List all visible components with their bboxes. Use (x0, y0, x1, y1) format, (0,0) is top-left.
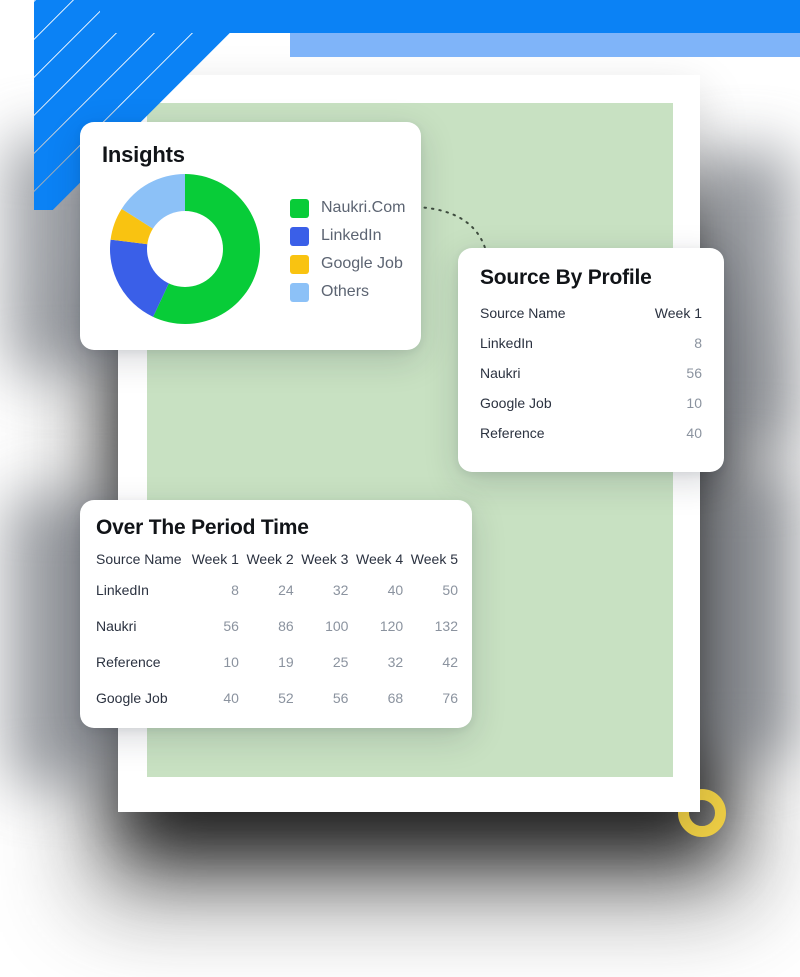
illustration-stage: Insights Naukri.Com LinkedIn Google Job Oth… (0, 0, 800, 977)
cell-value: 40 (387, 582, 404, 598)
insights-card-body: Naukri.Com LinkedIn Google Job Others (102, 174, 405, 324)
over-the-period-time-card: Over The Period Time Source Name Week 1 We… (80, 500, 472, 728)
legend-item-label: Google Job (321, 255, 403, 272)
insights-card: Insights Naukri.Com LinkedIn Google Job Oth… (80, 122, 421, 350)
table-body: LinkedIn 8 24 32 40 50 Naukri 56 86 100 120 132 Refe… (94, 572, 458, 716)
legend-item-label: Others (321, 283, 370, 300)
cell-source-name: Naukri (96, 618, 137, 634)
column-header-week: Week 1 (191, 551, 239, 567)
table-row: LinkedIn 8 24 32 40 50 (94, 572, 458, 608)
table-row: LinkedIn 8 (480, 328, 702, 358)
column-header-source-name: Source Name (480, 305, 566, 321)
table-row: Reference 10 19 25 32 42 (94, 644, 458, 680)
over-the-period-time-title: Over The Period Time (96, 516, 309, 539)
insights-legend: Naukri.Com LinkedIn Google Job Others (290, 194, 405, 306)
blue-bar-secondary (290, 33, 800, 57)
source-by-profile-title: Source By Profile (480, 266, 652, 289)
donut-chart-center-hole (147, 211, 223, 287)
source-by-profile-card: Source By Profile Source Name Week 1 Link… (458, 248, 724, 472)
cell-value: 32 (332, 582, 349, 598)
column-header-week: Week 1 (654, 305, 702, 321)
column-header-week: Week 4 (355, 551, 404, 567)
over-the-period-time-table: Source Name Week 1 Week 2 Week 3 Week 4 Week … (94, 546, 458, 716)
cell-value: 40 (223, 690, 239, 706)
table-header-row: Source Name Week 1 Week 2 Week 3 Week 4 Week … (94, 546, 458, 572)
cell-source-name: LinkedIn (96, 582, 149, 598)
cell-value: 68 (387, 690, 404, 706)
cell-value: 132 (434, 618, 458, 634)
cell-value: 56 (686, 365, 702, 381)
table-body: LinkedIn 8 Naukri 56 Google Job 10 Reference 40 (480, 328, 702, 448)
legend-swatch-icon (290, 282, 309, 302)
legend-swatch-icon (290, 198, 309, 218)
cell-value: 50 (442, 582, 458, 598)
cell-value: 32 (387, 654, 404, 670)
cell-value: 24 (278, 582, 294, 598)
insights-card-title: Insights (102, 142, 185, 167)
cell-value: 100 (325, 618, 349, 634)
cell-source-name: Google Job (96, 690, 168, 706)
cell-source-name: Reference (480, 425, 545, 441)
cell-source-name: Google Job (480, 395, 552, 411)
blue-bar-primary (100, 0, 800, 33)
donut-chart (110, 174, 260, 324)
legend-item: LinkedIn (290, 222, 405, 250)
cell-value: 76 (442, 690, 458, 706)
table-row: Google Job 10 (480, 388, 702, 418)
cell-value: 8 (231, 582, 239, 598)
table-row: Naukri 56 86 100 120 132 (94, 608, 458, 644)
source-by-profile-table: Source Name Week 1 LinkedIn 8 Naukri 56 Googl… (480, 298, 702, 448)
cell-value: 25 (332, 654, 349, 670)
column-header-week: Week 3 (301, 551, 349, 567)
legend-swatch-icon (290, 226, 309, 246)
cell-source-name: Reference (96, 654, 161, 670)
table-row: Reference 40 (480, 418, 702, 448)
table-header-row: Source Name Week 1 (480, 298, 702, 328)
cell-value: 10 (223, 654, 239, 670)
legend-item-label: Naukri.Com (321, 199, 406, 216)
cell-value: 42 (442, 654, 458, 670)
cell-value: 19 (278, 654, 294, 670)
cell-value: 8 (694, 335, 702, 351)
legend-item: Google Job (290, 250, 405, 278)
cell-value: 120 (379, 618, 404, 634)
legend-swatch-icon (290, 254, 309, 274)
cell-value: 10 (686, 395, 702, 411)
cell-value: 52 (278, 690, 294, 706)
column-header-source-name: Source Name (96, 551, 182, 567)
card-glow-bottom-right (690, 470, 794, 760)
legend-item: Naukri.Com (290, 194, 405, 222)
table-row: Google Job 40 52 56 68 76 (94, 680, 458, 716)
cell-source-name: LinkedIn (480, 335, 533, 351)
legend-item: Others (290, 278, 405, 306)
column-header-week: Week 5 (410, 551, 458, 567)
cell-value: 56 (223, 618, 239, 634)
column-header-week: Week 2 (246, 551, 294, 567)
cell-value: 56 (332, 690, 349, 706)
table-row: Naukri 56 (480, 358, 702, 388)
cell-value: 86 (278, 618, 294, 634)
cell-value: 40 (686, 425, 702, 441)
cell-source-name: Naukri (480, 365, 521, 381)
legend-item-label: LinkedIn (321, 227, 382, 244)
